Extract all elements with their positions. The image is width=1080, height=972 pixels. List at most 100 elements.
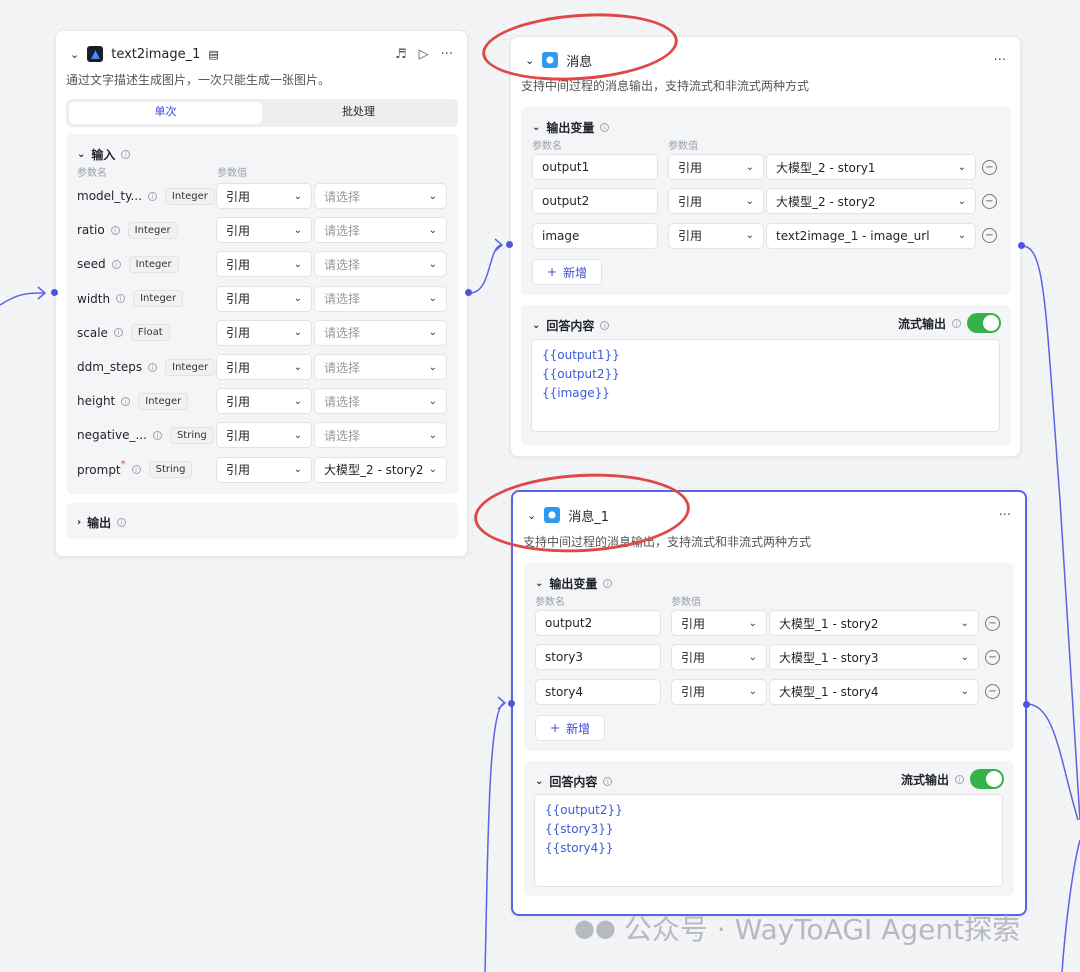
info-icon: i (147, 191, 157, 201)
var-name-input[interactable]: image (532, 222, 658, 249)
answer-section-title[interactable]: ⌄ 回答内容 i (535, 773, 613, 790)
doc-icon[interactable]: ▤ (208, 48, 218, 61)
info-icon: i (603, 579, 613, 588)
var-name-input[interactable]: output1 (532, 154, 658, 180)
info-icon: i (131, 465, 141, 475)
ref-mode-select[interactable]: 引用 ⌄ (216, 217, 312, 244)
more-icon[interactable]: ··· (999, 508, 1011, 523)
node-title: text2image_1 (111, 46, 201, 62)
required-mark: * (120, 458, 126, 470)
var-value-select[interactable]: 大模型_1 - story3 ⌄ (769, 644, 979, 671)
node-text2image[interactable]: ⌄ text2image_1 ▤ ♬ ▷ ··· 通过文字描述生成图片，一次只能… (55, 30, 468, 557)
param-row: width i Integer 引用 ⌄ 请选择 ⌄ (77, 285, 447, 312)
var-value-select[interactable]: text2image_1 - image_url ⌄ (766, 222, 976, 249)
add-variable-button[interactable]: + 新增 (535, 715, 606, 741)
output-var-row: output2 引用 ⌄ 大模型_2 - story2 ⌄ − (532, 188, 1002, 215)
param-name: model_ty... (77, 189, 142, 203)
port-output[interactable] (1018, 242, 1025, 249)
node-message-1[interactable]: ⌄ 消息_1 ··· 支持中间过程的消息输出，支持流式和非流式两种方式 ⌄ 输出… (511, 490, 1027, 916)
ref-mode-select[interactable]: 引用 ⌄ (216, 285, 312, 312)
node-message[interactable]: ⌄ 消息 ··· 支持中间过程的消息输出，支持流式和非流式两种方式 ⌄ 输出变量… (510, 36, 1021, 457)
watermark: ●● 公众号 · WayToAGI Agent探索 (574, 913, 1021, 946)
param-name: ddm_steps (77, 360, 143, 374)
port-output[interactable] (1023, 701, 1030, 708)
param-value-select[interactable]: 请选择 ⌄ (314, 319, 447, 346)
run-icon[interactable]: ▷ (419, 47, 429, 62)
chevron-down-icon: ⌄ (957, 195, 966, 207)
col-name-label: 参数名 (535, 597, 565, 608)
info-icon: i (110, 225, 120, 235)
input-section-title[interactable]: ⌄ 输入 i (77, 146, 131, 163)
var-name-input[interactable]: output2 (532, 188, 658, 215)
param-value-select[interactable]: 请选择 ⌄ (314, 251, 447, 278)
remove-variable-icon[interactable]: − (985, 615, 1000, 631)
output-var-row: story3 引用 ⌄ 大模型_1 - story3 ⌄ − (535, 644, 1005, 671)
param-type-tag: Integer (133, 290, 184, 308)
var-name-input[interactable]: output2 (535, 610, 661, 636)
edge-arrow-3 (497, 696, 507, 710)
port-output[interactable] (465, 289, 472, 296)
stream-output-toggle[interactable] (967, 313, 1001, 333)
remove-variable-icon[interactable]: − (982, 193, 997, 209)
output-var-row: output1 引用 ⌄ 大模型_2 - story1 ⌄ − (532, 154, 1002, 180)
ref-mode-select[interactable]: 引用 ⌄ (216, 456, 312, 483)
tab-batch[interactable]: 批处理 (262, 102, 455, 124)
var-value-select[interactable]: 大模型_1 - story4 ⌄ (769, 678, 979, 705)
ref-mode-select[interactable]: 引用 ⌄ (671, 610, 767, 636)
param-name: prompt (77, 462, 121, 477)
remove-variable-icon[interactable]: − (985, 649, 1000, 665)
port-input[interactable] (508, 700, 515, 707)
param-type-tag: Float (130, 324, 170, 342)
edge-into-message1 (484, 702, 506, 972)
collapse-chevron-icon[interactable]: ⌄ (70, 48, 79, 61)
output-vars-title[interactable]: ⌄ 输出变量 i (532, 119, 610, 136)
param-value-select[interactable]: 请选择 ⌄ (314, 354, 447, 380)
tab-single[interactable]: 单次 (69, 102, 262, 124)
answer-section-title[interactable]: ⌄ 回答内容 i (532, 317, 610, 334)
remove-variable-icon[interactable]: − (985, 684, 1000, 700)
output-panel[interactable]: › 输出 i (66, 503, 458, 539)
collapse-chevron-icon: ⌄ (532, 320, 541, 331)
param-value-select[interactable]: 请选择 ⌄ (314, 422, 447, 449)
var-value-select[interactable]: 大模型_2 - story2 ⌄ (766, 188, 976, 215)
bell-off-icon[interactable]: ♬ (395, 47, 407, 62)
ref-mode-select[interactable]: 引用 ⌄ (216, 388, 312, 415)
add-variable-button[interactable]: + 新增 (532, 259, 603, 285)
param-value-select[interactable]: 请选择 ⌄ (314, 388, 447, 415)
ref-mode-select[interactable]: 引用 ⌄ (216, 422, 312, 449)
param-value-select[interactable]: 请选择 ⌄ (314, 285, 447, 312)
ref-mode-select[interactable]: 引用 ⌄ (216, 183, 312, 209)
output-vars-title[interactable]: ⌄ 输出变量 i (535, 575, 613, 592)
ref-mode-select[interactable]: 引用 ⌄ (216, 354, 312, 380)
ref-mode-select[interactable]: 引用 ⌄ (671, 644, 767, 671)
remove-variable-icon[interactable]: − (982, 159, 997, 175)
chevron-down-icon: ⌄ (428, 395, 437, 407)
var-name-input[interactable]: story4 (535, 678, 661, 705)
var-value-select[interactable]: 大模型_1 - story2 ⌄ (769, 610, 979, 636)
answer-content-editor[interactable]: {{output1}} {{output2}} {{image}} (531, 339, 1000, 432)
param-value-select[interactable]: 请选择 ⌄ (314, 183, 447, 209)
param-type-tag: String (148, 461, 193, 479)
ref-mode-select[interactable]: 引用 ⌄ (216, 319, 312, 346)
chevron-down-icon: ⌄ (428, 224, 437, 236)
ref-mode-select[interactable]: 引用 ⌄ (216, 251, 312, 278)
ref-mode-select[interactable]: 引用 ⌄ (671, 678, 767, 705)
output-vars-panel: ⌄ 输出变量 i 参数名 参数值 output1 引用 ⌄ 大模型_2 - story… (521, 107, 1011, 295)
chevron-down-icon: ⌄ (293, 293, 302, 305)
port-input[interactable] (506, 241, 513, 248)
answer-content-editor[interactable]: {{output2}} {{story3}} {{story4}} (534, 794, 1003, 887)
port-input[interactable] (51, 289, 58, 296)
remove-variable-icon[interactable]: − (982, 228, 997, 244)
param-value-select[interactable]: 大模型_2 - story2 ⌄ (314, 456, 447, 483)
var-name-input[interactable]: story3 (535, 644, 661, 671)
param-name: width (77, 291, 111, 306)
more-icon[interactable]: ··· (994, 53, 1006, 68)
ref-mode-select[interactable]: 引用 ⌄ (668, 188, 764, 215)
more-icon[interactable]: ··· (441, 47, 453, 62)
ref-mode-select[interactable]: 引用 ⌄ (668, 154, 764, 180)
param-value-select[interactable]: 请选择 ⌄ (314, 217, 447, 244)
ref-mode-select[interactable]: 引用 ⌄ (668, 222, 764, 249)
col-value-label: 参数值 (668, 141, 698, 152)
var-value-select[interactable]: 大模型_2 - story1 ⌄ (766, 154, 976, 180)
stream-output-toggle[interactable] (970, 769, 1004, 789)
